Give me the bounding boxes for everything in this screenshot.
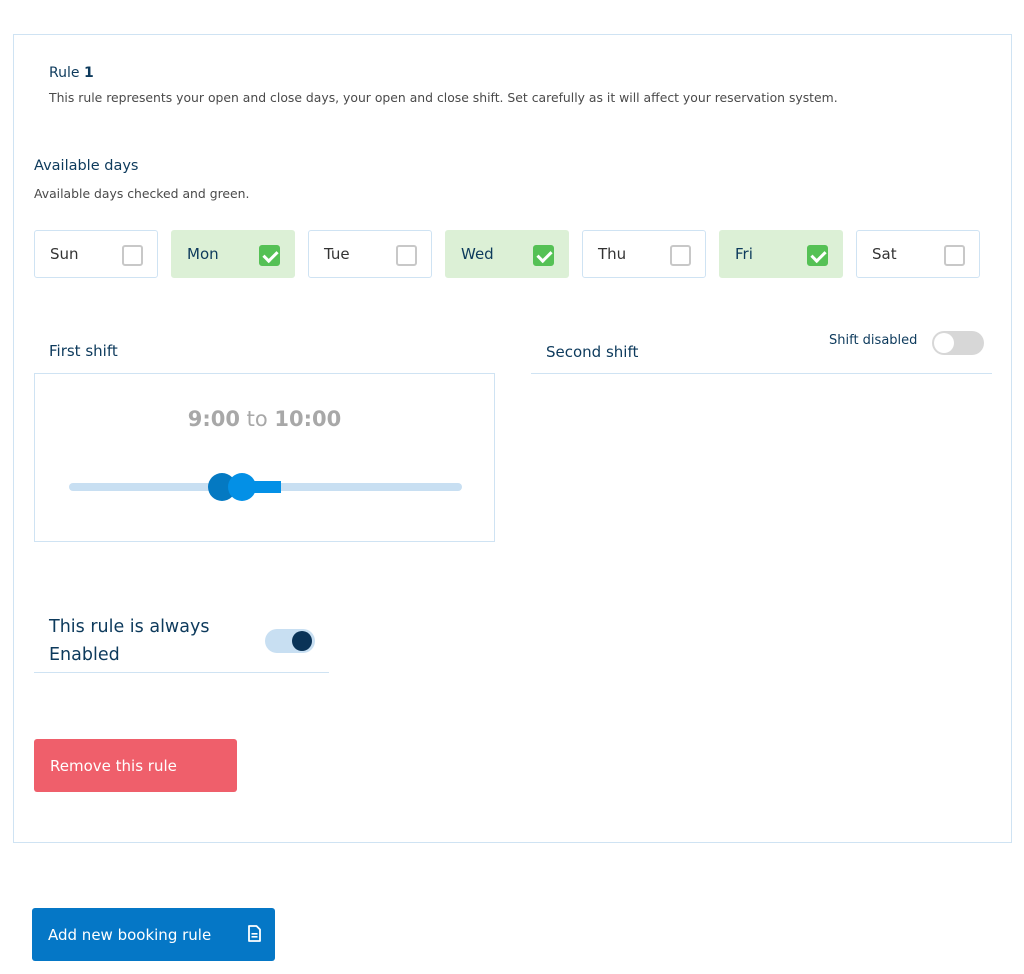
first-shift-label: First shift: [49, 342, 118, 360]
day-checkbox-group: Sun Mon Tue Wed Thu Fri Sat: [34, 230, 980, 278]
add-booking-rule-button[interactable]: Add new booking rule: [32, 908, 275, 961]
rule-card: Rule 1 This rule represents your open an…: [13, 34, 1012, 843]
always-enabled-label: This rule is always Enabled: [49, 617, 210, 665]
checkbox-checked-icon[interactable]: [533, 245, 554, 266]
toggle-knob: [934, 333, 954, 353]
day-label: Thu: [598, 245, 627, 263]
day-label: Tue: [324, 245, 350, 263]
day-sat[interactable]: Sat: [856, 230, 980, 278]
day-sun[interactable]: Sun: [34, 230, 158, 278]
divider: [34, 672, 329, 673]
second-shift-toggle[interactable]: [932, 331, 984, 355]
shift-disabled-label: Shift disabled: [829, 333, 918, 348]
day-label: Wed: [461, 245, 494, 263]
day-label: Fri: [735, 245, 753, 263]
checkbox-checked-icon[interactable]: [807, 245, 828, 266]
available-days-subtitle: Available days checked and green.: [34, 186, 250, 201]
rule-description: This rule represents your open and close…: [49, 90, 838, 105]
rule-number: 1: [83, 65, 94, 81]
shift-range-slider[interactable]: [69, 473, 462, 501]
add-booking-rule-label: Add new booking rule: [48, 925, 212, 944]
divider: [531, 373, 992, 374]
slider-end-handle[interactable]: [228, 473, 257, 501]
first-shift-panel: 9:00 to 10:00: [34, 373, 495, 542]
day-thu[interactable]: Thu: [582, 230, 706, 278]
available-days-title: Available days: [34, 158, 139, 174]
second-shift-label: Second shift: [546, 343, 639, 361]
always-enabled-toggle[interactable]: [265, 629, 315, 653]
rule-title: Rule 1: [49, 65, 94, 81]
checkbox-icon[interactable]: [670, 245, 691, 266]
toggle-knob: [292, 631, 312, 651]
day-label: Sat: [872, 245, 897, 263]
day-mon[interactable]: Mon: [171, 230, 295, 278]
document-icon: [248, 925, 261, 942]
day-label: Mon: [187, 245, 219, 263]
remove-rule-button[interactable]: Remove this rule: [34, 739, 237, 792]
day-wed[interactable]: Wed: [445, 230, 569, 278]
shift-start-time: 9:00: [187, 407, 240, 431]
checkbox-icon[interactable]: [944, 245, 965, 266]
shift-time-separator: to: [246, 407, 268, 431]
checkbox-icon[interactable]: [122, 245, 143, 266]
rule-title-prefix: Rule: [49, 65, 80, 81]
shift-time-range: 9:00 to 10:00: [35, 407, 494, 431]
day-label: Sun: [50, 245, 79, 263]
shift-end-time: 10:00: [274, 407, 342, 431]
day-fri[interactable]: Fri: [719, 230, 843, 278]
checkbox-icon[interactable]: [396, 245, 417, 266]
checkbox-checked-icon[interactable]: [259, 245, 280, 266]
day-tue[interactable]: Tue: [308, 230, 432, 278]
